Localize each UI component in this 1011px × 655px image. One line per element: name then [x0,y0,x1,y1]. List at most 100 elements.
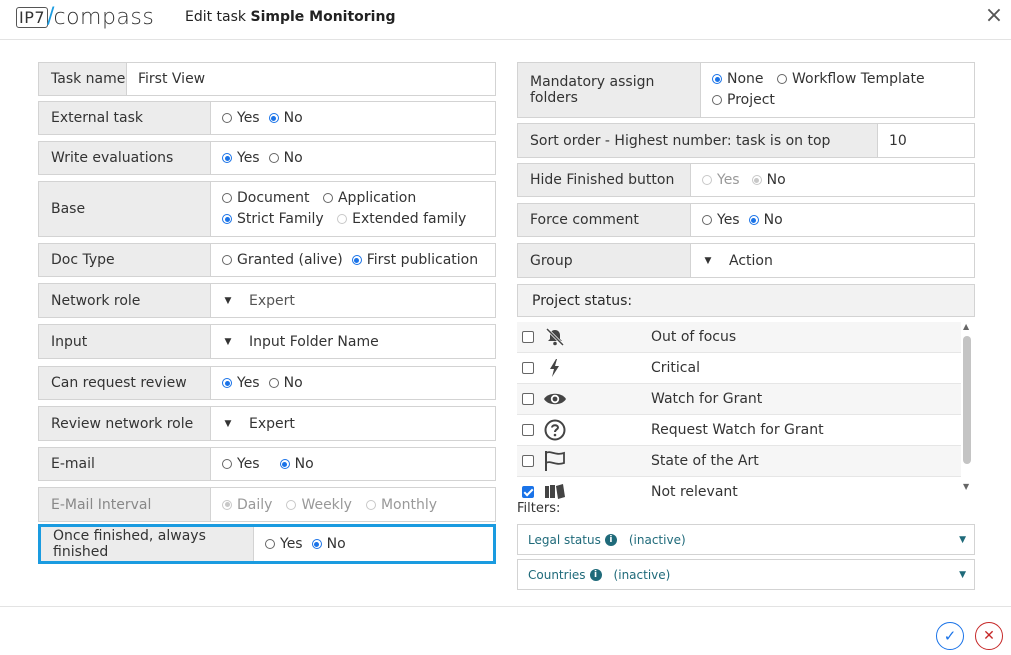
list-item[interactable]: Out of focus [517,322,961,353]
email-interval-monthly[interactable]: Monthly [365,497,437,513]
group-row: Group ▼ Action [517,243,975,278]
email-interval-weekly[interactable]: Weekly [286,497,352,513]
checkbox[interactable] [522,424,534,436]
radio-icon [268,153,279,163]
group-value: Action [729,252,773,269]
status-scrollbar[interactable]: ▲ ▼ [961,322,974,495]
task-name-row: Task name First View [38,62,496,96]
doc-type-granted[interactable]: Granted (alive) [222,252,343,268]
radio-selected-icon [748,215,759,225]
radio-selected-icon [268,113,279,123]
force-comment-no[interactable]: No [748,212,783,228]
sort-order-input[interactable]: 10 [878,124,974,157]
radio-selected-icon [222,499,232,510]
email-yes[interactable]: Yes [222,456,260,472]
radio-icon [702,175,712,185]
write-evaluations-yes[interactable]: Yes [222,150,260,166]
email-interval-daily[interactable]: Daily [222,497,272,513]
hide-finished-no[interactable]: No [751,172,786,188]
focus-highlight [38,524,496,564]
network-role-dropdown[interactable]: ▼ Expert [211,284,495,317]
status-label: Request Watch for Grant [651,422,824,438]
eye-icon [542,388,568,410]
input-value: Input Folder Name [249,333,379,350]
logo-ip7: IP7 [16,6,49,28]
force-comment-row: Force comment Yes No [517,203,975,237]
external-task-yes[interactable]: Yes [222,110,260,126]
task-name-label: Task name [39,63,127,95]
hide-finished-label: Hide Finished button [518,164,691,196]
external-task-no[interactable]: No [268,110,303,126]
checkbox-checked[interactable] [522,486,534,498]
book-icon [542,481,568,499]
external-task-row: External task Yes No [38,101,496,135]
radio-icon [222,459,232,469]
info-icon[interactable]: i [589,568,602,581]
checkbox[interactable] [522,331,534,343]
list-item[interactable]: Not relevant [517,477,961,499]
can-request-review-row: Can request review Yes No [38,366,496,400]
doc-type-first-publication[interactable]: First publication [351,252,478,268]
review-network-role-value: Expert [249,415,295,432]
force-comment-yes[interactable]: Yes [702,212,740,228]
review-network-role-row: Review network role ▼ Expert [38,406,496,441]
radio-icon [322,193,333,203]
list-item[interactable]: State of the Art [517,446,961,477]
input-dropdown[interactable]: ▼ Input Folder Name [211,325,495,358]
radio-icon [222,193,232,203]
email-row: E-mail Yes No [38,447,496,481]
network-role-label: Network role [39,284,211,317]
status-label: Not relevant [651,484,738,499]
check-icon: ✓ [943,627,957,645]
legal-status-filter[interactable]: Legal status i (inactive) ▼ [517,524,975,555]
group-label: Group [518,244,691,277]
mandatory-workflow-template[interactable]: Workflow Template [776,71,925,87]
scroll-thumb[interactable] [963,336,971,464]
status-label: State of the Art [651,453,759,469]
countries-filter[interactable]: Countries i (inactive) ▼ [517,559,975,590]
network-role-row: Network role ▼ Expert [38,283,496,318]
radio-selected-icon [712,74,722,84]
hide-finished-row: Hide Finished button Yes No [517,163,975,197]
can-request-review-no[interactable]: No [268,375,303,391]
list-item[interactable]: Request Watch for Grant [517,415,961,446]
base-document[interactable]: Document [222,190,310,206]
mandatory-project[interactable]: Project [712,92,775,108]
confirm-button[interactable]: ✓ [936,622,964,650]
caret-down-icon: ▼ [224,295,232,306]
task-name-input[interactable]: First View [127,63,495,95]
close-icon[interactable]: × [984,5,1004,27]
mandatory-folders-row: Mandatory assign folders None Workflow T… [517,62,975,118]
review-network-role-label: Review network role [39,407,211,440]
cancel-button[interactable]: ✕ [975,622,1003,650]
caret-down-icon: ▼ [704,255,712,266]
radio-icon [702,215,712,225]
radio-icon [268,378,279,388]
logo-compass: compass [53,4,155,30]
hide-finished-yes[interactable]: Yes [702,172,740,188]
base-application[interactable]: Application [322,190,416,206]
checkbox[interactable] [522,393,534,405]
status-label: Critical [651,360,700,376]
mandatory-none[interactable]: None [712,71,764,87]
base-extended-family[interactable]: Extended family [337,211,466,227]
scroll-down-icon[interactable]: ▼ [963,482,969,491]
list-item[interactable]: Watch for Grant [517,384,961,415]
email-no[interactable]: No [279,456,314,472]
scroll-up-icon[interactable]: ▲ [963,322,969,331]
can-request-review-yes[interactable]: Yes [222,375,260,391]
review-network-role-dropdown[interactable]: ▼ Expert [211,407,495,440]
project-status-list: Out of focus Critical Watch for Grant Re… [517,322,961,499]
radio-icon [365,499,376,510]
write-evaluations-no[interactable]: No [268,150,303,166]
radio-selected-icon [222,214,232,224]
info-icon[interactable]: i [604,533,617,546]
checkbox[interactable] [522,362,534,374]
email-interval-row: E-Mail Interval Daily Weekly Monthly [38,487,496,522]
base-strict-family[interactable]: Strict Family [222,211,324,227]
checkbox[interactable] [522,455,534,467]
bell-off-icon [542,326,568,348]
group-dropdown[interactable]: ▼ Action [691,244,974,277]
countries-state: (inactive) [613,567,671,582]
list-item[interactable]: Critical [517,353,961,384]
